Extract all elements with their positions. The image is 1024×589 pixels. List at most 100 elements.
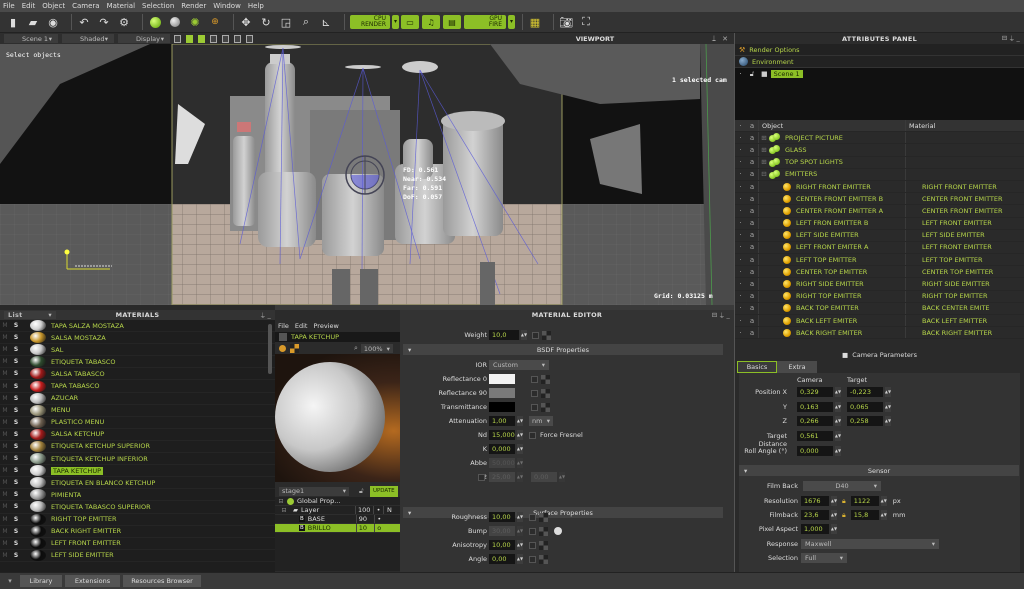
- camera-y-field[interactable]: 0,163 ▲▼: [797, 402, 841, 413]
- layer-row[interactable]: ⊟ Global Prop...: [275, 497, 400, 506]
- emitter-icon[interactable]: ✺: [188, 15, 202, 29]
- material-list-item[interactable]: M S ETIQUETA TABASCO SUPERIOR: [0, 501, 275, 514]
- sphere-icon[interactable]: [148, 15, 162, 29]
- gear-icon[interactable]: ⚙: [117, 15, 131, 29]
- material-list-item[interactable]: M S AZUCAR: [0, 392, 275, 405]
- texture-icon[interactable]: [539, 554, 548, 564]
- target-y-field[interactable]: 0,065 ▲▼: [847, 402, 891, 413]
- material-list-item[interactable]: M S SALSA TABASCO: [0, 368, 275, 381]
- tree-group-row[interactable]: · a ⊞ TOP SPOT LIGHTS: [735, 156, 1024, 169]
- spinner[interactable]: ▲▼: [835, 402, 841, 413]
- solo-toggle[interactable]: S: [10, 383, 22, 390]
- visibility-dot[interactable]: ·: [735, 195, 746, 203]
- tab-basics[interactable]: Basics: [737, 361, 777, 374]
- target-distance-value[interactable]: 0,561: [797, 431, 833, 442]
- menu-render[interactable]: Render: [181, 2, 206, 10]
- material-name[interactable]: RIGHT SIDE EMITTER: [905, 278, 1011, 290]
- texture-icon[interactable]: [541, 388, 550, 398]
- material-name[interactable]: BACK RIGHT EMITTER: [905, 327, 1011, 339]
- master-toggle[interactable]: M: [0, 503, 10, 510]
- lock-icon[interactable]: a: [746, 280, 758, 288]
- lock-icon[interactable]: 🔓︎: [746, 70, 758, 79]
- solo-toggle[interactable]: S: [10, 443, 22, 450]
- view-cube-icon[interactable]: [174, 34, 181, 43]
- visibility-dot[interactable]: ·: [735, 329, 746, 337]
- visibility-dot[interactable]: ·: [735, 231, 746, 239]
- map-checkbox[interactable]: [529, 555, 536, 563]
- gpu-toggle-icon[interactable]: ⊕: [208, 15, 222, 29]
- texture-icon[interactable]: [539, 512, 548, 522]
- solo-toggle[interactable]: S: [10, 479, 22, 486]
- shading-dropdown[interactable]: Shaded ▾: [62, 34, 114, 43]
- spinner[interactable]: ▲▼: [517, 472, 523, 482]
- layer-row[interactable]: ⊟ ▰ Layer 100 • N: [275, 506, 400, 515]
- material-list-item[interactable]: M S ETIQUETA KETCHUP SUPERIOR: [0, 440, 275, 454]
- reflectance-90-color[interactable]: [489, 388, 515, 398]
- material-name[interactable]: CENTER FRONT EMITTER: [905, 205, 1011, 217]
- gpu-fire-button[interactable]: GPU FIRE: [464, 15, 506, 29]
- chevron-down-icon[interactable]: ▾: [0, 577, 20, 585]
- render-window-icon[interactable]: ▤: [443, 15, 461, 29]
- material-list-item[interactable]: M S ETIQUETA EN BLANCO KETCHUP: [0, 477, 275, 490]
- layer-flag[interactable]: o: [373, 524, 384, 532]
- move-icon[interactable]: ✥: [239, 15, 253, 29]
- spinner[interactable]: ▲▼: [517, 458, 523, 468]
- r2-checkbox[interactable]: [478, 473, 485, 481]
- visibility-dot[interactable]: ·: [735, 158, 746, 166]
- visibility-dot[interactable]: ·: [735, 183, 746, 191]
- interactive-render-icon[interactable]: ♫: [422, 15, 440, 29]
- master-toggle[interactable]: M: [0, 540, 10, 547]
- cpu-render-button[interactable]: CPU RENDER: [350, 15, 390, 29]
- zoom-dropdown[interactable]: 100% ▾: [360, 344, 393, 353]
- save-icon[interactable]: ◉: [46, 15, 60, 29]
- preview-light-icon[interactable]: [279, 345, 286, 352]
- angle-value[interactable]: 0,00: [489, 554, 515, 564]
- lock-icon[interactable]: a: [746, 243, 758, 251]
- master-toggle[interactable]: M: [0, 322, 10, 329]
- master-toggle[interactable]: M: [0, 346, 10, 353]
- lock-icon[interactable]: a: [746, 268, 758, 276]
- tab-extra[interactable]: Extra: [777, 361, 817, 374]
- editor-menu-edit[interactable]: Edit: [295, 322, 308, 330]
- tree-scrollbar[interactable]: [735, 339, 1024, 350]
- tree-group-row[interactable]: · a ⊞ GLASS: [735, 144, 1024, 157]
- material-list-item[interactable]: M S LEFT FRONT EMITTER: [0, 537, 275, 550]
- editor-menu-preview[interactable]: Preview: [313, 322, 338, 330]
- material-list-item[interactable]: M S ETIQUETA TABASCO: [0, 356, 275, 369]
- expand-icon[interactable]: ⊞: [759, 158, 769, 166]
- texture-icon[interactable]: [539, 540, 548, 550]
- layer-flag[interactable]: •: [373, 506, 383, 514]
- resolution-height[interactable]: 1122: [850, 496, 879, 507]
- tree-emitter-row[interactable]: · a LEFT SIDE EMITTER LEFT SIDE EMITTER: [735, 229, 1024, 242]
- tree-emitter-row[interactable]: · a LEFT TOP EMITTER LEFT TOP EMITTER: [735, 254, 1024, 267]
- visibility-dot[interactable]: ·: [735, 219, 746, 227]
- column-material[interactable]: Material: [905, 120, 1011, 132]
- abbe-value[interactable]: 50,000: [489, 458, 515, 468]
- menu-edit[interactable]: Edit: [22, 2, 36, 10]
- menu-selection[interactable]: Selection: [142, 2, 174, 10]
- solo-toggle[interactable]: S: [10, 358, 22, 365]
- view-top-icon[interactable]: [198, 34, 205, 43]
- visibility-dot[interactable]: ·: [735, 134, 746, 142]
- visibility-dot[interactable]: ·: [735, 317, 746, 325]
- collapse-icon[interactable]: ⊟: [759, 170, 769, 178]
- tab-extensions[interactable]: Extensions: [65, 575, 120, 587]
- transmittance-color[interactable]: [489, 402, 515, 412]
- visibility-dot[interactable]: ·: [735, 280, 746, 288]
- material-name[interactable]: BACK CENTER EMITE: [905, 302, 1011, 314]
- pivot-icon[interactable]: ⌕: [299, 15, 313, 29]
- map-checkbox[interactable]: [529, 527, 536, 535]
- master-toggle[interactable]: M: [0, 431, 10, 438]
- visibility-dot[interactable]: ·: [735, 243, 746, 251]
- material-list-item[interactable]: M S SALSA MOSTAZA: [0, 332, 275, 345]
- lock-icon[interactable]: a: [746, 158, 758, 166]
- tree-toggle-icon[interactable]: ⊟: [275, 498, 287, 505]
- menu-material[interactable]: Material: [107, 2, 135, 10]
- lock-aspect-icon[interactable]: 🔒︎: [842, 511, 846, 520]
- solo-toggle[interactable]: S: [10, 455, 22, 462]
- camera-x-field[interactable]: 0,329 ▲▼: [797, 387, 841, 398]
- scale-icon[interactable]: ◲: [279, 15, 293, 29]
- solo-toggle[interactable]: S: [10, 322, 22, 329]
- spinner[interactable]: ▲▼: [831, 510, 837, 521]
- lock-icon[interactable]: a: [746, 146, 758, 154]
